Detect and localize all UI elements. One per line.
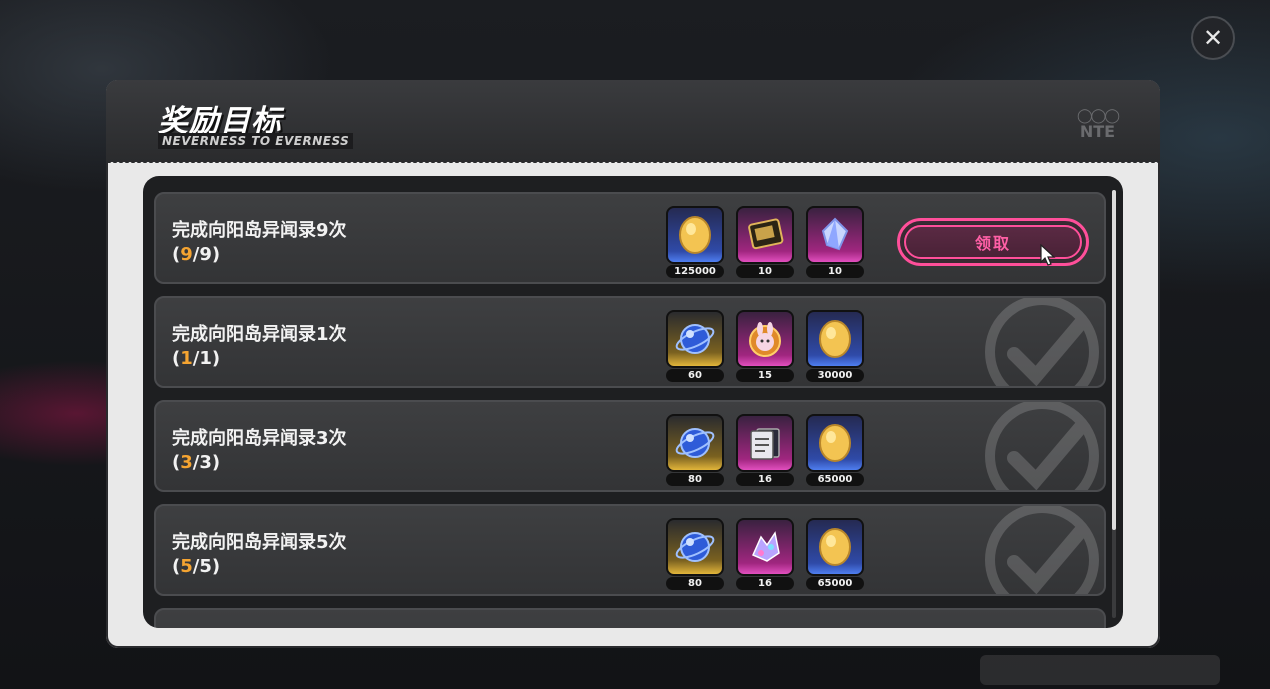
task-progress: (3/3) xyxy=(172,452,221,473)
background-bar xyxy=(980,655,1220,685)
reward-item[interactable]: 65000 xyxy=(806,518,864,590)
close-button[interactable]: ✕ xyxy=(1191,16,1235,60)
claim-button[interactable]: 领取 xyxy=(897,218,1089,266)
panel-subtitle: NEVERNESS TO EVERNESS xyxy=(158,133,354,149)
reward-quantity: 65000 xyxy=(806,473,864,486)
scrollbar-thumb[interactable] xyxy=(1112,190,1116,530)
task-row: 完成向阳岛异闻录3次 (3/3) 80 16 65000 xyxy=(154,400,1106,492)
completed-check-icon xyxy=(985,506,1099,594)
blue-orb-icon xyxy=(675,532,715,562)
mouse-cursor-icon xyxy=(1040,244,1056,266)
task-title: 完成向阳岛异闻录3次 xyxy=(172,428,347,449)
reward-quantity: 80 xyxy=(666,577,724,590)
bunny-badge-icon xyxy=(749,322,781,357)
blue-orb-icon xyxy=(675,324,715,354)
reward-item[interactable]: 10 xyxy=(736,206,794,278)
task-progress: (5/5) xyxy=(172,556,221,577)
reward-quantity: 16 xyxy=(736,577,794,590)
task-row: 完成向阳岛异闻录9次 (9/9) 125000 10 10 领取 xyxy=(154,192,1106,284)
gold-coin-icon xyxy=(819,320,851,358)
reward-quantity: 15 xyxy=(736,369,794,382)
reward-quantity: 16 xyxy=(736,473,794,486)
panel-header: 奖励目标 NEVERNESS TO EVERNESS ◯◯◯ NTE xyxy=(106,80,1160,166)
reward-item[interactable]: 80 xyxy=(666,414,724,486)
gold-coin-icon xyxy=(679,216,711,254)
completed-check-icon xyxy=(985,298,1099,386)
reward-item[interactable]: 30000 xyxy=(806,310,864,382)
reward-quantity: 10 xyxy=(736,265,794,278)
reward-quantity: 80 xyxy=(666,473,724,486)
task-title: 完成向阳岛异闻录1次 xyxy=(172,324,347,345)
close-icon: ✕ xyxy=(1202,24,1224,52)
reward-item[interactable]: 125000 xyxy=(666,206,724,278)
gold-coin-icon xyxy=(819,424,851,462)
reward-item[interactable]: 16 xyxy=(736,414,794,486)
task-row: 完成向阳岛异闻录1次 (1/1) 60 15 30000 xyxy=(154,296,1106,388)
blue-orb-icon xyxy=(675,428,715,458)
task-progress: (9/9) xyxy=(172,244,221,265)
reward-goals-panel: 奖励目标 NEVERNESS TO EVERNESS ◯◯◯ NTE 完成向阳岛… xyxy=(106,80,1160,648)
reward-item[interactable]: 15 xyxy=(736,310,794,382)
task-title: 完成向阳岛异闻录5次 xyxy=(172,532,347,553)
reward-item[interactable]: 60 xyxy=(666,310,724,382)
reward-item[interactable]: 16 xyxy=(736,518,794,590)
reward-quantity: 60 xyxy=(666,369,724,382)
reward-item[interactable]: 10 xyxy=(806,206,864,278)
task-row xyxy=(154,608,1106,628)
task-list[interactable]: 完成向阳岛异闻录9次 (9/9) 125000 10 10 领取 完成向阳岛异闻… xyxy=(143,176,1123,628)
reward-quantity: 10 xyxy=(806,265,864,278)
nte-logo: ◯◯◯ NTE xyxy=(1076,108,1120,141)
crystal-shard-icon xyxy=(821,217,849,251)
reward-quantity: 125000 xyxy=(666,265,724,278)
reward-item[interactable]: 80 xyxy=(666,518,724,590)
task-row: 完成向阳岛异闻录5次 (5/5) 80 16 65000 xyxy=(154,504,1106,596)
reward-quantity: 65000 xyxy=(806,577,864,590)
document-card-icon xyxy=(750,428,780,460)
task-title: 完成向阳岛异闻录9次 xyxy=(172,220,347,241)
claim-button-label: 领取 xyxy=(974,234,1011,253)
reward-item[interactable]: 65000 xyxy=(806,414,864,486)
gem-cluster-icon xyxy=(752,531,780,562)
reward-quantity: 30000 xyxy=(806,369,864,382)
completed-check-icon xyxy=(985,402,1099,490)
gold-coin-icon xyxy=(819,528,851,566)
task-progress: (1/1) xyxy=(172,348,221,369)
tablet-device-icon xyxy=(748,218,784,250)
